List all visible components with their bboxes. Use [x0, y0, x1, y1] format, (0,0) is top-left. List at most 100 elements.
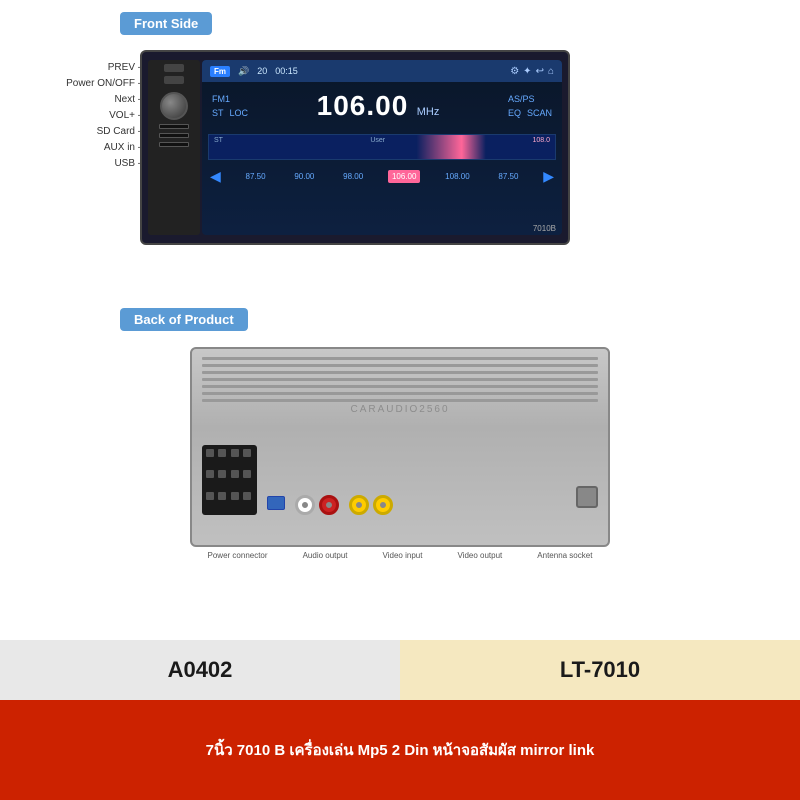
eq-label: EQ [508, 108, 521, 118]
usb-slot [159, 142, 189, 147]
vent-lines [202, 357, 598, 402]
connectors-area [202, 445, 598, 515]
back-device-container: CARAUDIO2560 [20, 347, 780, 560]
pin [206, 470, 214, 478]
freq-area: FM1 ST LOC 106.00 MHz AS/PS [202, 82, 562, 130]
freq-btn-3[interactable]: 98.00 [339, 170, 367, 183]
pin [231, 470, 239, 478]
mid-button[interactable] [164, 76, 184, 84]
audio-rca-group [295, 495, 339, 515]
frequency-display: 106.00 MHz [317, 90, 440, 122]
front-section: Front Side PREV Power ON/OFF Next VOL+ S… [0, 0, 800, 300]
tuner-bar: ST User 108.0 [208, 134, 556, 160]
volume-knob[interactable] [160, 92, 188, 120]
label-power: Power ON/OFF [20, 76, 140, 92]
bottom-row1: A0402 LT-7010 [0, 640, 800, 700]
freq-btn-4[interactable]: 106.00 [388, 170, 420, 183]
settings-icon: ⚙ [510, 66, 519, 77]
front-device-container: PREV Power ON/OFF Next VOL+ SD Card AUX … [20, 50, 780, 245]
antenna-socket-label: Antenna socket [537, 551, 592, 560]
pin [231, 492, 239, 500]
left-labels: PREV Power ON/OFF Next VOL+ SD Card AUX … [20, 60, 140, 172]
model-tag: 7010B [533, 224, 556, 233]
rca-yellow-out [373, 495, 393, 515]
pin [243, 492, 251, 500]
radio-front: Fm 🔊 20 00:15 ⚙ ✦ ↩ ⌂ [140, 50, 570, 245]
usb-port [267, 496, 285, 510]
rca-red [319, 495, 339, 515]
scale-freq: 108.0 [532, 137, 550, 144]
label-vol: VOL+ [20, 108, 140, 124]
freq-btn-2[interactable]: 90.00 [290, 170, 318, 183]
bottom-section: A0402 LT-7010 7นิ้ว 7010 B เครื่องเล่น M… [0, 640, 800, 800]
vent-line [202, 399, 598, 402]
station-label: FM1 [212, 94, 248, 104]
back-side-label: Back of Product [120, 308, 248, 331]
radio-screen: Fm 🔊 20 00:15 ⚙ ✦ ↩ ⌂ [202, 60, 562, 235]
back-section: Back of Product CARAUDIO2560 [0, 300, 800, 640]
vent-line [202, 385, 598, 388]
product-model: LT-7010 [560, 657, 640, 683]
vent-line [202, 364, 598, 367]
video-output-label: Video output [457, 551, 502, 560]
model-box: LT-7010 [400, 640, 800, 700]
pin [231, 449, 239, 457]
screen-statusbar: Fm 🔊 20 00:15 ⚙ ✦ ↩ ⌂ [202, 60, 562, 82]
code-box: A0402 [0, 640, 400, 700]
main-container: Front Side PREV Power ON/OFF Next VOL+ S… [0, 0, 800, 800]
tuner-scale: ST User 108.0 [209, 135, 555, 145]
label-sdcard: SD Card [20, 124, 140, 140]
back-icon: ↩ [536, 66, 544, 77]
freq-value: 106.00 [317, 90, 409, 121]
radio-back: CARAUDIO2560 [190, 347, 610, 547]
pin [243, 470, 251, 478]
product-code: A0402 [168, 657, 233, 683]
bluetooth-icon: ✦ [523, 66, 531, 77]
radio-controls [148, 60, 200, 235]
next-arrow[interactable]: ▶ [543, 168, 554, 185]
fm-icon: Fm [210, 66, 230, 77]
volume-value: 20 [257, 66, 267, 76]
freq-btn-1[interactable]: 87.50 [242, 170, 270, 183]
pin [218, 470, 226, 478]
vent-line [202, 357, 598, 360]
time-display: 00:15 [275, 66, 298, 76]
pin [243, 449, 251, 457]
freq-btn-6[interactable]: 87.50 [494, 170, 522, 183]
freq-right: AS/PS EQ SCAN [508, 94, 552, 118]
antenna-socket [576, 486, 598, 508]
power-connector [202, 445, 257, 515]
front-side-label: Front Side [120, 12, 212, 35]
scan-label: SCAN [527, 108, 552, 118]
video-rca-group [349, 495, 393, 515]
sd-slot [159, 124, 189, 129]
bottom-row2: 7นิ้ว 7010 B เครื่องเล่น Mp5 2 Din หน้าจ… [0, 700, 800, 800]
pin [206, 449, 214, 457]
status-icons: ⚙ ✦ ↩ ⌂ [510, 66, 554, 77]
st-label: ST [212, 108, 224, 118]
label-prev: PREV [20, 60, 140, 76]
aux-slot [159, 133, 189, 138]
vent-line [202, 371, 598, 374]
pin [206, 492, 214, 500]
vent-line [202, 392, 598, 395]
freq-buttons: ◀ 87.50 90.00 98.00 106.00 108.00 87.50 … [202, 164, 562, 189]
loc-label: LOC [230, 108, 249, 118]
product-description: 7นิ้ว 7010 B เครื่องเล่น Mp5 2 Din หน้าจ… [206, 738, 595, 762]
scale-user: User [370, 137, 385, 144]
home-icon: ⌂ [548, 66, 554, 77]
rca-yellow-in [349, 495, 369, 515]
asps-label: AS/PS [508, 94, 552, 104]
scale-st: ST [214, 137, 223, 144]
audio-output-label: Audio output [303, 551, 348, 560]
volume-icon: 🔊 [238, 66, 249, 77]
prev-arrow[interactable]: ◀ [210, 168, 221, 185]
pin [218, 449, 226, 457]
vent-line [202, 378, 598, 381]
video-input-label: Video input [383, 551, 423, 560]
freq-btn-5[interactable]: 108.00 [441, 170, 473, 183]
freq-unit: MHz [417, 106, 440, 118]
top-button[interactable] [164, 64, 184, 72]
pin [218, 492, 226, 500]
label-aux: AUX in [20, 140, 140, 156]
